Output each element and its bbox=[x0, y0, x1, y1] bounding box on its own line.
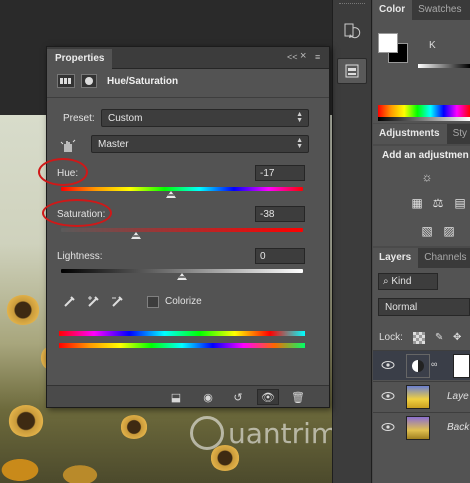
tab-channels[interactable]: Channels bbox=[418, 248, 470, 268]
color-panel-tabs: Color Swatches bbox=[373, 0, 470, 20]
visibility-eye-icon[interactable] bbox=[381, 391, 395, 401]
colorize-label: Colorize bbox=[165, 296, 202, 307]
channel-select[interactable]: Master ▲ ▼ bbox=[91, 135, 309, 153]
levels-icon[interactable]: ▦ bbox=[409, 196, 425, 210]
lock-transparency-icon[interactable] bbox=[413, 332, 425, 344]
saturation-slider-thumb[interactable] bbox=[131, 232, 142, 239]
layers-panel-tabs: Layers Channels bbox=[373, 248, 470, 268]
updown-arrow-icon: ▲ ▼ bbox=[296, 137, 303, 150]
brightness-icon[interactable]: ☼ bbox=[419, 170, 435, 184]
k-slider[interactable] bbox=[418, 64, 470, 68]
hue-highlight-ring bbox=[38, 158, 88, 186]
lock-pixels-icon[interactable]: ✎ bbox=[435, 332, 443, 343]
strip-grip[interactable] bbox=[339, 3, 365, 7]
properties-panel-button[interactable] bbox=[337, 58, 367, 84]
layer-row-layer1[interactable]: Laye bbox=[373, 381, 470, 411]
hue-slider[interactable] bbox=[61, 187, 303, 191]
updown-arrow-icon: ▲ ▼ bbox=[296, 111, 303, 124]
visibility-eye-icon[interactable] bbox=[381, 422, 395, 432]
blend-mode-select[interactable]: Normal bbox=[378, 298, 470, 316]
lightness-slider-thumb[interactable] bbox=[177, 273, 187, 280]
lightness-label: Lightness: bbox=[57, 251, 103, 262]
panel-menu-icon[interactable]: ≡ bbox=[315, 52, 320, 62]
lock-position-icon[interactable]: ✥ bbox=[453, 332, 461, 343]
preset-label: Preset: bbox=[63, 113, 95, 124]
vibrance-icon[interactable]: ▤ bbox=[452, 196, 468, 210]
visibility-eye-icon[interactable] bbox=[381, 360, 395, 370]
tab-styles[interactable]: Sty bbox=[447, 124, 470, 144]
colorize-checkbox[interactable] bbox=[147, 296, 159, 308]
layer-row-adjustment[interactable]: ∞ bbox=[373, 350, 470, 380]
output-color-bar bbox=[59, 343, 305, 348]
invert-icon[interactable]: ▨ bbox=[441, 224, 457, 238]
background-layer-thumbnail bbox=[406, 416, 430, 440]
tab-swatches[interactable]: Swatches bbox=[412, 0, 468, 20]
k-channel-label: K bbox=[429, 40, 436, 51]
reset-icon[interactable]: ↺ bbox=[227, 389, 249, 405]
properties-footer: ⬓ ◉ ↺ 👁 🗑 bbox=[47, 385, 329, 407]
eyedropper-minus-icon[interactable] bbox=[111, 294, 125, 308]
adjustment-layer-thumbnail bbox=[406, 354, 430, 378]
foreground-color-swatch[interactable] bbox=[378, 33, 398, 53]
adjustment-circle-icon bbox=[412, 360, 424, 372]
layer-thumbnail bbox=[406, 385, 430, 409]
properties-titlebar[interactable]: Properties << × ≡ bbox=[47, 47, 329, 69]
hue-value-field[interactable]: -17 bbox=[255, 165, 305, 181]
close-icon[interactable]: × bbox=[300, 50, 306, 62]
history-icon bbox=[344, 23, 361, 39]
photo-filter-icon[interactable]: ▧ bbox=[419, 224, 435, 238]
color-ramp[interactable] bbox=[378, 105, 470, 121]
collapse-icon[interactable]: << bbox=[287, 52, 298, 62]
adjustments-panel: Add an adjustmen ☼ ▦ ⚖ ▤ ▧ ▨ bbox=[373, 146, 470, 246]
adjustments-hint: Add an adjustmen bbox=[382, 150, 469, 161]
properties-panel: Properties << × ≡ Hue/Saturation Preset:… bbox=[46, 46, 330, 408]
view-previous-icon[interactable]: ◉ bbox=[197, 389, 219, 405]
hue-saturation-icon bbox=[57, 74, 75, 88]
panel-icon-strip bbox=[332, 0, 372, 483]
saturation-slider[interactable] bbox=[61, 228, 303, 232]
targeted-adjustment-hand-icon[interactable] bbox=[59, 138, 77, 154]
preset-select[interactable]: Custom ▲ ▼ bbox=[101, 109, 309, 127]
input-color-bar bbox=[59, 331, 305, 336]
kind-filter-select[interactable]: ⌕ Kind bbox=[378, 273, 438, 290]
history-button[interactable] bbox=[337, 18, 367, 44]
eyedropper-icon[interactable] bbox=[63, 294, 77, 308]
layer-name-background: Back bbox=[447, 422, 470, 433]
layer-row-background[interactable]: Back bbox=[373, 412, 470, 442]
lightness-value-field[interactable]: 0 bbox=[255, 248, 305, 264]
tab-color[interactable]: Color bbox=[373, 0, 413, 20]
saturation-highlight-ring bbox=[42, 199, 112, 227]
balance-icon[interactable]: ⚖ bbox=[430, 196, 446, 210]
layer-mask-thumbnail[interactable] bbox=[453, 354, 470, 378]
layers-panel: ⌕ Kind Normal Lock: ✎ ✥ ∞ Laye Back bbox=[373, 268, 470, 483]
lightbulb-icon bbox=[190, 416, 224, 450]
tab-layers[interactable]: Layers bbox=[373, 248, 419, 268]
lock-label: Lock: bbox=[379, 332, 403, 343]
adjustments-panel-tabs: Adjustments Sty bbox=[373, 124, 470, 144]
hue-slider-thumb[interactable] bbox=[165, 191, 176, 198]
layer-name: Laye bbox=[447, 391, 469, 402]
properties-icon bbox=[345, 64, 359, 78]
chain-link-icon[interactable]: ∞ bbox=[431, 359, 437, 369]
visibility-eye-icon[interactable]: 👁 bbox=[257, 389, 279, 405]
layer-mask-icon[interactable] bbox=[81, 74, 97, 88]
trash-icon[interactable]: 🗑 bbox=[287, 389, 309, 405]
tab-properties[interactable]: Properties bbox=[47, 49, 113, 69]
clip-to-layer-icon[interactable]: ⬓ bbox=[165, 389, 187, 405]
adjustment-header: Hue/Saturation bbox=[57, 74, 178, 88]
eyedropper-plus-icon[interactable] bbox=[87, 294, 101, 308]
tab-adjustments[interactable]: Adjustments bbox=[373, 124, 447, 144]
adjustment-title: Hue/Saturation bbox=[107, 75, 179, 87]
color-panel: K bbox=[373, 20, 470, 123]
saturation-value-field[interactable]: -38 bbox=[255, 206, 305, 222]
